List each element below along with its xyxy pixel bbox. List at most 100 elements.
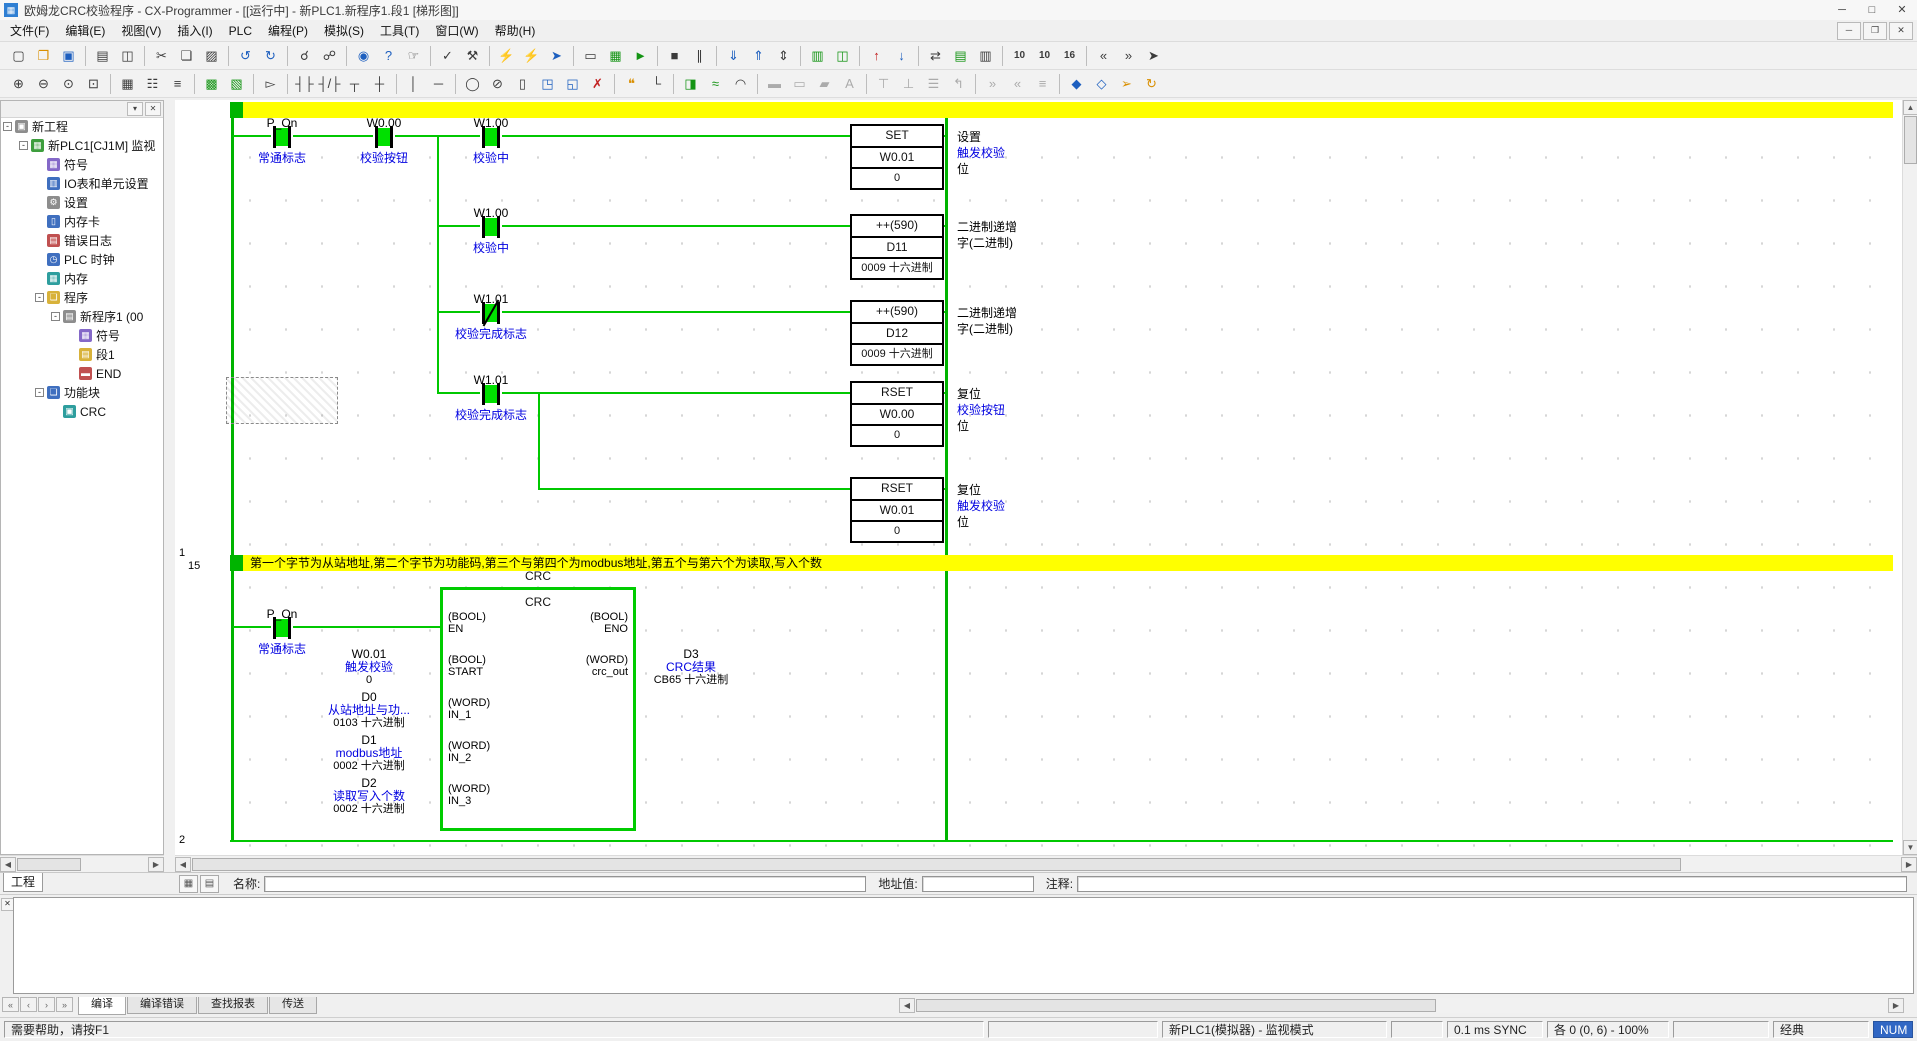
refresh-icon[interactable]: ↻	[1140, 72, 1163, 95]
new-coil-icon[interactable]: ◯	[461, 72, 484, 95]
work-online-icon[interactable]: ⚡	[495, 44, 518, 67]
tree-item-program1[interactable]: - ▤ 新程序1 (00	[1, 307, 163, 326]
watch-add-icon[interactable]: ◨	[679, 72, 702, 95]
decimal-display-icon[interactable]: 10	[1008, 44, 1031, 67]
menu-plc[interactable]: PLC	[221, 20, 260, 42]
output-window-icon[interactable]: ▥	[974, 44, 997, 67]
instruction-block-inc-d12[interactable]: ++(590) D12 0009 十六进制	[850, 300, 944, 366]
tree-item-programs[interactable]: - ❏ 程序	[1, 288, 163, 307]
next-tab-button[interactable]: ›	[38, 997, 55, 1012]
tab-transfer[interactable]: 传送	[269, 997, 317, 1014]
scroll-right-button[interactable]: ▶	[1901, 857, 1917, 872]
force-off-icon[interactable]: ↓	[890, 44, 913, 67]
tree-toggle[interactable]	[35, 198, 44, 207]
save-icon[interactable]: ▣	[57, 44, 80, 67]
tree-toggle[interactable]: -	[3, 122, 12, 131]
scroll-left-button[interactable]: ◀	[0, 857, 16, 872]
print-icon[interactable]: ▤	[91, 44, 114, 67]
name-field[interactable]	[264, 876, 866, 892]
pause-monitoring-icon[interactable]: ◫	[831, 44, 854, 67]
tree-item-error-log[interactable]: ▤ 错误日志	[1, 231, 163, 250]
transfer-to-plc-icon[interactable]: ⇓	[722, 44, 745, 67]
close-button[interactable]: ✕	[1887, 0, 1917, 20]
panel-splitter[interactable]	[164, 100, 175, 872]
tab-compile[interactable]: 编译	[78, 997, 126, 1015]
style-icon[interactable]: ▬	[763, 72, 786, 95]
minimize-button[interactable]: ─	[1827, 0, 1857, 20]
tree-item-plc-clock[interactable]: ◷ PLC 时钟	[1, 250, 163, 269]
undo-icon[interactable]: ↺	[234, 44, 257, 67]
mdi-minimize-button[interactable]: ─	[1837, 22, 1861, 40]
align-top-icon[interactable]: ⊤	[872, 72, 895, 95]
comment-tool-icon[interactable]: ❝	[620, 72, 643, 95]
new-instruction-icon[interactable]: ▯	[511, 72, 534, 95]
scroll-thumb[interactable]	[1904, 116, 1917, 164]
close-icon[interactable]: ✕	[145, 102, 161, 116]
pause-icon[interactable]: ∥	[688, 44, 711, 67]
signed-decimal-display-icon[interactable]: 10	[1033, 44, 1056, 67]
tree-item-io-table[interactable]: ▥ IO表和单元设置	[1, 174, 163, 193]
new-fb-parameter-icon[interactable]: ◱	[561, 72, 584, 95]
tree-item-section1[interactable]: ▤ 段1	[1, 345, 163, 364]
navigate-next-icon[interactable]: ◇	[1090, 72, 1113, 95]
tree-toggle[interactable]	[67, 331, 76, 340]
watch-window-icon[interactable]: ▤	[949, 44, 972, 67]
show-rung-comments-icon[interactable]: ≡	[166, 72, 189, 95]
prev-tab-button[interactable]: ‹	[20, 997, 37, 1012]
tree-toggle[interactable]	[35, 217, 44, 226]
menu-edit[interactable]: 编辑(E)	[57, 20, 113, 42]
last-tab-button[interactable]: »	[56, 997, 73, 1012]
tree-toggle[interactable]	[35, 236, 44, 245]
run-mode-icon[interactable]: ►	[629, 44, 652, 67]
monitor-mode-icon[interactable]: ▦	[604, 44, 627, 67]
align-bottom-icon[interactable]: ⊥	[897, 72, 920, 95]
new-file-icon[interactable]: ▢	[7, 44, 30, 67]
go-to-rung-icon[interactable]: ➤	[1142, 44, 1165, 67]
comment-display-toggle-icon[interactable]: ▤	[200, 875, 219, 893]
tree-item-fb-crc[interactable]: ▣ CRC	[1, 402, 163, 421]
tab-compile-errors[interactable]: 编译错误	[127, 997, 197, 1014]
function-block-crc[interactable]: CRC (BOOL)EN (BOOL)START (WORD)IN_1 (WOR…	[440, 587, 636, 831]
scroll-down-button[interactable]: ▼	[1903, 840, 1917, 855]
select-tool-icon[interactable]: ▻	[259, 72, 282, 95]
menu-help[interactable]: 帮助(H)	[487, 20, 544, 42]
monitoring-icon[interactable]: ▥	[806, 44, 829, 67]
name-display-toggle-icon[interactable]: ▦	[179, 875, 198, 893]
menu-file[interactable]: 文件(F)	[2, 20, 57, 42]
find-icon[interactable]: ☌	[293, 44, 316, 67]
tab-project[interactable]: 工程	[3, 873, 43, 892]
tree-item-symbols[interactable]: ▦ 符号	[1, 155, 163, 174]
tree-item-end[interactable]: ▬ END	[1, 364, 163, 383]
stop-icon[interactable]: ■	[663, 44, 686, 67]
first-tab-button[interactable]: «	[2, 997, 19, 1012]
next-reference-icon[interactable]: »	[1117, 44, 1140, 67]
compare-with-plc-icon[interactable]: ⇕	[772, 44, 795, 67]
zoom-in-icon[interactable]: ⊕	[7, 72, 30, 95]
zoom-out-icon[interactable]: ⊖	[32, 72, 55, 95]
navigate-previous-icon[interactable]: ◆	[1065, 72, 1088, 95]
menu-tools[interactable]: 工具(T)	[372, 20, 427, 42]
context-help-icon[interactable]: ☞	[402, 44, 425, 67]
menu-simulation[interactable]: 模拟(S)	[316, 20, 372, 42]
new-horizontal-line-icon[interactable]: ─	[427, 72, 450, 95]
text-style-icon[interactable]: A	[838, 72, 861, 95]
list-view-icon[interactable]: ≡	[1031, 72, 1054, 95]
menu-view[interactable]: 视图(V)	[113, 20, 169, 42]
comment-field[interactable]	[1077, 876, 1907, 892]
menu-insert[interactable]: 插入(I)	[169, 20, 220, 42]
address-field[interactable]	[922, 876, 1034, 892]
zoom-fit-icon[interactable]: ⊡	[82, 72, 105, 95]
open-file-icon[interactable]: ❐	[32, 44, 55, 67]
new-vertical-line-icon[interactable]: │	[402, 72, 425, 95]
instruction-block-rset-w001[interactable]: RSET W0.01 0	[850, 477, 944, 543]
instruction-block-rset-w000[interactable]: RSET W0.00 0	[850, 381, 944, 447]
about-icon[interactable]: ◉	[352, 44, 375, 67]
scroll-right-button[interactable]: ▶	[1888, 998, 1904, 1013]
new-fb-invocation-icon[interactable]: ◳	[536, 72, 559, 95]
cross-reference-icon[interactable]: ⇄	[924, 44, 947, 67]
grid-icon[interactable]: ▦	[116, 72, 139, 95]
scroll-right-button[interactable]: ▶	[148, 857, 164, 872]
menu-program[interactable]: 编程(P)	[260, 20, 316, 42]
tree-item-project-root[interactable]: - ▣ 新工程	[1, 117, 163, 136]
tab-find-report[interactable]: 查找报表	[198, 997, 268, 1014]
